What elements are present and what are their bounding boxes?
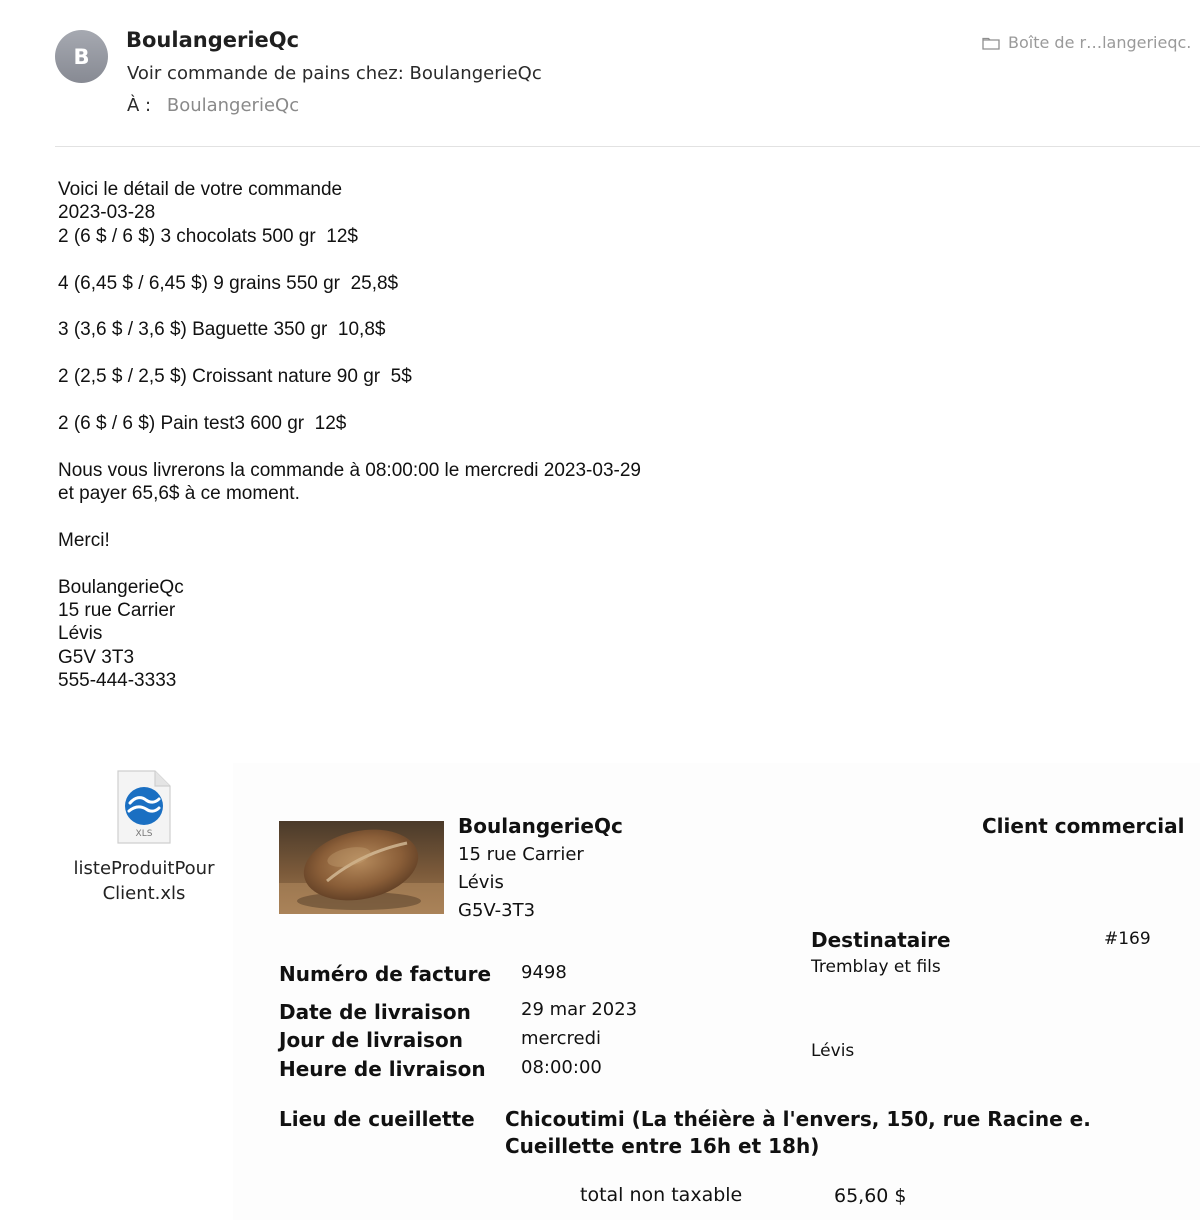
body-line bbox=[58, 342, 958, 365]
body-line: BoulangerieQc bbox=[58, 576, 184, 598]
delivery-time-label: Heure de livraison bbox=[279, 1057, 486, 1081]
body-line bbox=[58, 435, 958, 458]
delivery-day: mercredi bbox=[521, 1028, 602, 1049]
company-street: 15 rue Carrier bbox=[458, 844, 584, 865]
body-line bbox=[58, 295, 958, 318]
delivery-day-label: Jour de livraison bbox=[279, 1028, 463, 1052]
attachment-xls[interactable]: XLS listeProduitPour Client.xls bbox=[60, 770, 228, 906]
body-line bbox=[58, 389, 958, 412]
body-line: Merci! bbox=[58, 529, 110, 551]
body-line: G5V 3T3 bbox=[58, 646, 135, 668]
header-divider bbox=[55, 146, 1200, 147]
invoice-number: 9498 bbox=[521, 962, 567, 983]
to-value[interactable]: BoulangerieQc bbox=[167, 95, 299, 116]
folder-icon bbox=[982, 37, 1000, 50]
body-line bbox=[58, 248, 958, 271]
sender-name: BoulangerieQc bbox=[126, 28, 300, 52]
body-line: Lévis bbox=[58, 623, 103, 645]
pickup-label: Lieu de cueillette bbox=[279, 1107, 475, 1131]
body-line: 15 rue Carrier bbox=[58, 600, 176, 622]
body-line: 2 (6 $ / 6 $) 3 chocolats 500 gr 12$ bbox=[58, 225, 358, 247]
delivery-date-label: Date de livraison bbox=[279, 1000, 471, 1024]
body-line: 555-444-3333 bbox=[58, 670, 177, 692]
recipient-number: #169 bbox=[1104, 929, 1151, 949]
recipient-row: À : BoulangerieQc bbox=[127, 95, 299, 116]
mailbox-label: Boîte de r…langerieqc. bbox=[1008, 33, 1192, 52]
delivery-time: 08:00:00 bbox=[521, 1057, 602, 1078]
company-postal: G5V-3T3 bbox=[458, 900, 536, 921]
body-line: 4 (6,45 $ / 6,45 $) 9 grains 550 gr 25,8… bbox=[58, 272, 399, 294]
client-type: Client commercial bbox=[982, 814, 1185, 838]
recipient-name: Tremblay et fils bbox=[811, 957, 941, 977]
bread-photo bbox=[279, 821, 444, 914]
total-label: total non taxable bbox=[580, 1184, 743, 1206]
invoice-number-label: Numéro de facture bbox=[279, 962, 492, 986]
body-line bbox=[58, 552, 958, 575]
sender-avatar: B bbox=[55, 30, 108, 83]
body-line: 2 (6 $ / 6 $) Pain test3 600 gr 12$ bbox=[58, 412, 347, 434]
to-label: À : bbox=[127, 95, 152, 116]
body-line: Nous vous livrerons la commande à 08:00:… bbox=[58, 459, 641, 481]
body-line: Voici le détail de votre commande bbox=[58, 179, 343, 200]
file-type-label: XLS bbox=[136, 829, 153, 839]
recipient-label: Destinataire bbox=[811, 928, 951, 952]
body-line: 2 (2,5 $ / 2,5 $) Croissant nature 90 gr… bbox=[58, 366, 412, 388]
delivery-date: 29 mar 2023 bbox=[521, 999, 638, 1020]
total-value: 65,60 $ bbox=[834, 1185, 907, 1207]
attachment-filename-line1: listeProduitPour bbox=[73, 858, 215, 879]
pickup-location-line2: Cueillette entre 16h et 18h) bbox=[505, 1134, 820, 1158]
mailbox-link[interactable]: Boîte de r…langerieqc. bbox=[982, 33, 1191, 52]
company-city: Lévis bbox=[458, 872, 504, 893]
body-line bbox=[58, 505, 958, 528]
email-subject: Voir commande de pains chez: Boulangerie… bbox=[127, 63, 542, 84]
body-line: 3 (3,6 $ / 3,6 $) Baguette 350 gr 10,8$ bbox=[58, 319, 386, 341]
email-body: Voici le détail de votre commande 2023-0… bbox=[58, 178, 958, 693]
body-line: et payer 65,6$ à ce moment. bbox=[58, 483, 300, 505]
spreadsheet-file-icon: XLS bbox=[117, 770, 171, 844]
body-line: 2023-03-28 bbox=[58, 202, 156, 224]
pickup-location-line1: Chicoutimi (La théière à l'envers, 150, … bbox=[505, 1107, 1091, 1131]
company-name: BoulangerieQc bbox=[458, 814, 623, 838]
attachment-filename: listeProduitPour Client.xls bbox=[60, 856, 228, 906]
attachment-filename-line2: Client.xls bbox=[102, 883, 186, 904]
recipient-city: Lévis bbox=[811, 1041, 855, 1061]
